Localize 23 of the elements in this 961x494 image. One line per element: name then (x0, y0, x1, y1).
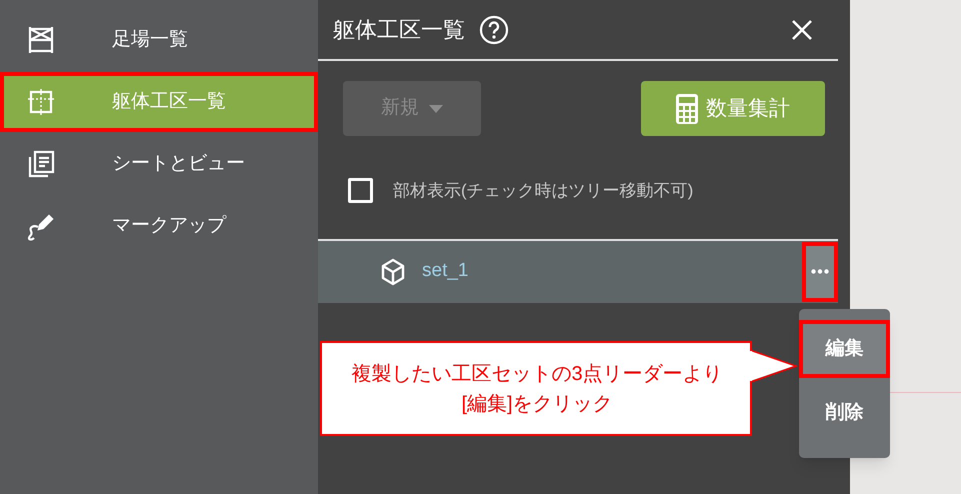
panel-title: 躯体工区一覧 (333, 16, 465, 44)
scaffold-icon (26, 25, 56, 55)
set-label: set_1 (422, 259, 468, 284)
menu-item[interactable]: 削除 (799, 384, 890, 442)
close-icon[interactable] (791, 18, 813, 40)
ellipsis-icon (811, 269, 829, 274)
checkbox[interactable] (348, 178, 373, 204)
menu-item[interactable]: 編集 (799, 320, 890, 378)
document-icon (26, 149, 56, 179)
sidebar-item[interactable]: マークアップ (0, 196, 318, 256)
frame-icon (26, 87, 56, 117)
checkbox-label: 部材表示(チェック時はツリー移動不可) (393, 180, 694, 202)
sidebar-item[interactable]: 足場一覧 (0, 10, 318, 70)
sidebar-item[interactable]: シートとビュー (0, 134, 318, 194)
caret-icon (429, 104, 443, 112)
cube-icon (380, 258, 406, 286)
help-icon[interactable] (479, 14, 509, 44)
calculator-icon (676, 94, 698, 124)
callout-text: 複製したい工区セットの3点リーダーより (351, 362, 723, 386)
quantity-button[interactable]: 数量集計 (641, 81, 825, 136)
tree-row[interactable]: set_1 (318, 240, 838, 302)
callout-text: [編集]をクリック (461, 392, 613, 416)
sidebar-item[interactable]: 躯体工区一覧 (0, 72, 318, 132)
